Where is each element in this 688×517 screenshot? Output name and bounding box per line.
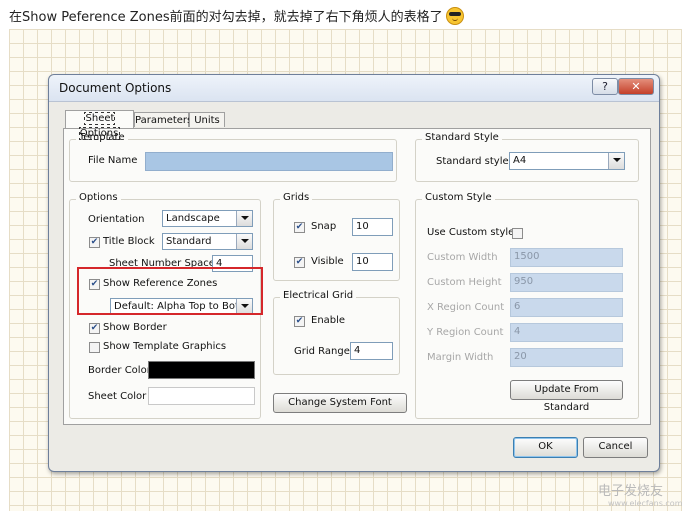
title-block-checkbox[interactable]: ✔ [89, 237, 100, 248]
y-region-count-field[interactable]: 4 [510, 323, 623, 342]
standard-style-group-title: Standard Style [422, 132, 502, 143]
custom-height-label: Custom Height [427, 277, 502, 288]
standard-style-group: Standard Style Standard styles A4 [415, 132, 639, 182]
y-region-count-label: Y Region Count [427, 327, 504, 338]
dialog-titlebar: Document Options ? ✕ [49, 75, 659, 102]
reference-zones-highlight-box [77, 267, 263, 315]
options-group-title: Options [76, 192, 121, 203]
orientation-select[interactable]: Landscape [162, 210, 253, 227]
margin-width-label: Margin Width [427, 352, 494, 363]
electrical-grid-group: Electrical Grid ✔ Enable Grid Range 4 [273, 290, 400, 375]
electrical-grid-group-title: Electrical Grid [280, 290, 357, 301]
margin-width-field[interactable]: 20 [510, 348, 623, 367]
chevron-down-icon [236, 211, 252, 226]
tab-units[interactable]: Units [189, 112, 225, 127]
chevron-down-icon [608, 153, 624, 169]
change-system-font-button[interactable]: Change System Font [273, 393, 407, 413]
snap-field[interactable]: 10 [352, 218, 393, 236]
grids-group-title: Grids [280, 192, 313, 203]
tab-sheet-options[interactable]: Sheet Options [65, 110, 134, 140]
standard-styles-value: A4 [513, 155, 527, 166]
custom-style-group-title: Custom Style [422, 192, 495, 203]
visible-label: Visible [311, 256, 344, 267]
border-color-label: Border Color [88, 365, 151, 376]
dialog-title: Document Options [59, 81, 172, 95]
tab-parameters[interactable]: Parameters [134, 112, 192, 127]
x-region-count-field[interactable]: 6 [510, 298, 623, 317]
site-watermark: 电子发烧友 [598, 484, 664, 499]
custom-width-label: Custom Width [427, 252, 498, 263]
show-border-label: Show Border [103, 322, 167, 333]
title-block-value: Standard [166, 236, 212, 247]
close-button[interactable]: ✕ [618, 78, 654, 95]
grid-range-label: Grid Range [294, 346, 350, 357]
site-watermark-url: www.elecfans.com [608, 499, 683, 508]
caption-text: 在Show Peference Zones前面的对勾去掉，就去掉了右下角烦人的表… [9, 10, 443, 25]
electrical-grid-enable-checkbox[interactable]: ✔ [294, 316, 305, 327]
x-region-count-label: X Region Count [427, 302, 505, 313]
template-group: Template File Name [69, 132, 397, 182]
help-button[interactable]: ? [592, 78, 618, 95]
standard-styles-select[interactable]: A4 [509, 152, 625, 170]
border-color-swatch[interactable] [148, 361, 255, 379]
file-name-field[interactable] [145, 152, 393, 171]
grid-range-field[interactable]: 4 [350, 342, 393, 360]
snap-checkbox[interactable]: ✔ [294, 222, 305, 233]
article-caption: 在Show Peference Zones前面的对勾去掉，就去掉了右下角烦人的表… [9, 6, 464, 25]
custom-height-field[interactable]: 950 [510, 273, 623, 292]
custom-width-field[interactable]: 1500 [510, 248, 623, 267]
custom-style-group: Custom Style Use Custom style Custom Wid… [415, 192, 639, 419]
snap-label: Snap [311, 221, 337, 232]
tab-sheet-options-label: Sheet Options [78, 112, 121, 140]
sunglasses-emoji-icon [445, 6, 464, 25]
update-from-standard-button[interactable]: Update From Standard [510, 380, 623, 413]
visible-field[interactable]: 10 [352, 253, 393, 271]
visible-checkbox[interactable]: ✔ [294, 257, 305, 268]
ok-button[interactable]: OK [513, 437, 578, 458]
electrical-grid-enable-label: Enable [311, 315, 346, 326]
show-template-graphics-checkbox[interactable] [89, 342, 100, 353]
grids-group: Grids ✔ Snap 10 ✔ Visible 10 [273, 192, 400, 281]
sheet-color-swatch[interactable] [148, 387, 255, 405]
show-border-checkbox[interactable]: ✔ [89, 323, 100, 334]
file-name-label: File Name [88, 155, 138, 166]
chevron-down-icon [236, 234, 252, 249]
sheet-color-label: Sheet Color [88, 391, 147, 402]
orientation-value: Landscape [166, 213, 220, 224]
use-custom-style-checkbox[interactable] [512, 228, 523, 239]
show-template-graphics-label: Show Template Graphics [103, 341, 227, 352]
title-block-select[interactable]: Standard [162, 233, 253, 250]
standard-styles-label: Standard styles [436, 156, 514, 167]
title-block-label: Title Block [103, 236, 155, 247]
orientation-label: Orientation [88, 214, 145, 225]
cancel-button[interactable]: Cancel [583, 437, 648, 458]
use-custom-style-label: Use Custom style [427, 227, 515, 238]
